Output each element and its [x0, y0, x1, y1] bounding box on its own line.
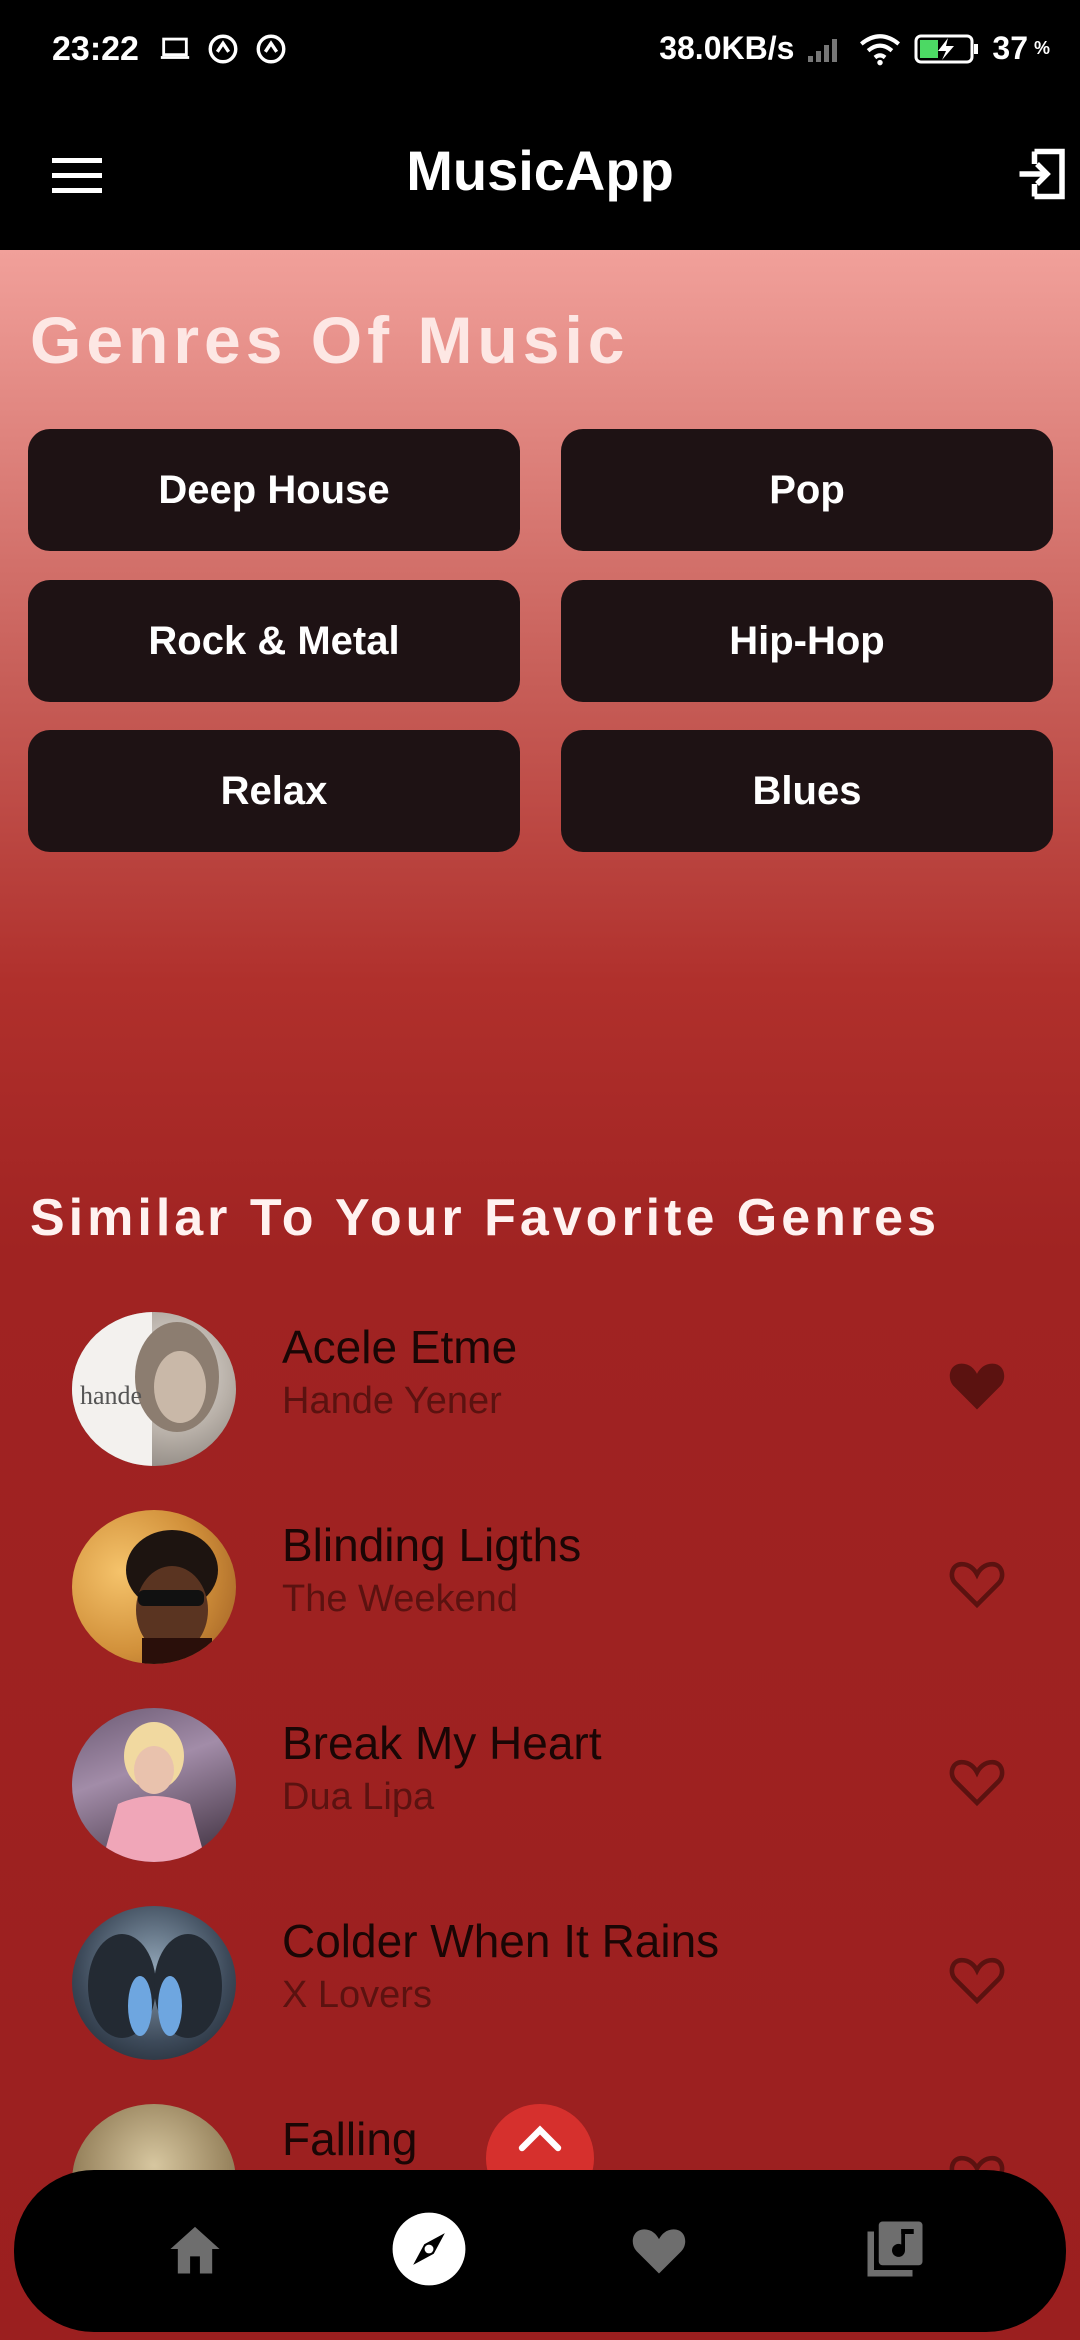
bottom-navigation-bar	[14, 2170, 1066, 2332]
song-artist: Hande Yener	[282, 1380, 502, 1422]
app-bar: MusicApp	[0, 104, 1080, 250]
nav-home[interactable]	[150, 2204, 240, 2294]
genre-button-rock-metal[interactable]: Rock & Metal	[28, 580, 520, 702]
favorite-button[interactable]	[946, 1356, 1008, 1412]
genre-button-relax[interactable]: Relax	[28, 730, 520, 852]
similar-section-title: Similar To Your Favorite Genres	[30, 1189, 941, 1247]
logout-icon	[1019, 148, 1065, 200]
album-art	[72, 1510, 236, 1664]
battery-charging-icon	[914, 34, 979, 63]
song-title: Acele Etme	[282, 1321, 518, 1373]
nav-favorites[interactable]	[614, 2204, 704, 2294]
heart-filled-icon	[949, 1363, 1005, 1410]
favorites-icon	[632, 2229, 686, 2274]
genre-button-blues[interactable]: Blues	[561, 730, 1053, 852]
song-list-item[interactable]: Break My Heart Dua Lipa	[0, 1686, 1080, 1866]
favorite-button[interactable]	[946, 1950, 1008, 2006]
heart-outline-icon	[949, 1957, 1005, 2005]
battery-level: 37	[992, 30, 1028, 66]
nav-library[interactable]	[850, 2204, 940, 2294]
album-art: hande	[72, 1312, 236, 1466]
song-list-item[interactable]: Blinding Ligths The Weekend	[0, 1488, 1080, 1668]
sync-icon	[256, 34, 286, 64]
song-artist: X Lovers	[282, 1974, 432, 2016]
status-time: 23:22	[52, 30, 139, 68]
song-artist: The Weekend	[282, 1578, 518, 1620]
song-list-item[interactable]: hande Acele Etme Hande Yener	[0, 1290, 1080, 1470]
logout-button[interactable]	[1012, 144, 1076, 208]
song-artist: Dua Lipa	[282, 1776, 435, 1818]
laptop-icon	[160, 37, 190, 59]
cell-signal-icon	[808, 38, 838, 62]
library-icon	[867, 2221, 923, 2277]
explore-icon	[392, 2212, 466, 2286]
network-speed: 38.0KB/s	[659, 30, 795, 66]
heart-outline-icon	[949, 1561, 1005, 1609]
status-notification-icons	[158, 32, 288, 66]
status-bar: 23:22 38.0KB/s 37%	[0, 0, 1080, 104]
chevron-up-icon	[518, 2125, 562, 2152]
nav-explore[interactable]	[384, 2204, 474, 2294]
favorite-button[interactable]	[946, 1752, 1008, 1808]
wifi-icon	[860, 33, 901, 65]
battery-unit: %	[1033, 38, 1050, 58]
genres-section-title: Genres Of Music	[30, 303, 630, 377]
album-art	[72, 1708, 236, 1862]
sync-icon	[208, 34, 238, 64]
status-system-info: 38.0KB/s 37%	[659, 30, 1050, 67]
main-content[interactable]: Genres Of Music Deep House Pop Rock & Me…	[0, 250, 1080, 2340]
song-title: Colder When It Rains	[282, 1915, 720, 1967]
song-list-item[interactable]: Colder When It Rains X Lovers	[0, 1884, 1080, 2064]
genre-button-hip-hop[interactable]: Hip-Hop	[561, 580, 1053, 702]
svg-text:hande: hande	[80, 1381, 142, 1410]
genre-button-deep-house[interactable]: Deep House	[28, 429, 520, 551]
app-title: MusicApp	[406, 139, 674, 202]
song-title: Falling	[282, 2113, 418, 2165]
home-icon	[170, 2226, 220, 2274]
song-title: Blinding Ligths	[282, 1519, 582, 1571]
album-art	[72, 1906, 236, 2060]
genre-button-pop[interactable]: Pop	[561, 429, 1053, 551]
favorite-button[interactable]	[946, 1554, 1008, 1610]
heart-outline-icon	[949, 1759, 1005, 1807]
song-title: Break My Heart	[282, 1717, 602, 1769]
